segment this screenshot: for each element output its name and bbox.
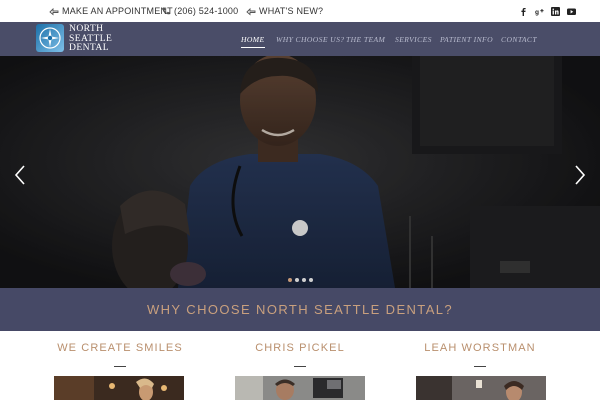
logo-wordmark: NORTH SEATTLE DENTAL [69, 24, 112, 53]
feature-title: WE CREATE SMILES [57, 342, 183, 354]
tooth-logo-icon [36, 24, 64, 53]
hero-photo [0, 56, 600, 288]
chevron-right-icon[interactable] [573, 164, 587, 186]
whats-new-label: WHAT'S NEW? [259, 6, 324, 16]
feature-image[interactable] [235, 376, 365, 400]
nav-home[interactable]: HOME [241, 22, 265, 56]
nav-why-choose-us[interactable]: WHY CHOOSE US? [276, 22, 344, 56]
slide-dot[interactable] [288, 278, 292, 282]
feature-column: CHRIS PICKEL [210, 331, 390, 400]
divider [114, 366, 126, 367]
slide-dot[interactable] [302, 278, 306, 282]
google-plus-icon[interactable]: g [535, 7, 544, 16]
divider [474, 366, 486, 367]
linkedin-icon[interactable] [551, 6, 560, 16]
play-button-icon[interactable] [292, 220, 308, 236]
feature-title: LEAH WORSTMAN [424, 342, 536, 354]
nav-contact[interactable]: CONTACT [501, 22, 537, 56]
phone-icon [163, 7, 170, 15]
hand-pointer-icon [49, 7, 59, 16]
feature-title: CHRIS PICKEL [255, 342, 345, 354]
logo-line: DENTAL [69, 42, 109, 54]
hand-pointer-icon [246, 7, 256, 16]
feature-image[interactable] [416, 376, 546, 400]
whats-new-link[interactable]: WHAT'S NEW? [246, 0, 323, 22]
site-header: NORTH SEATTLE DENTAL HOME WHY CHOOSE US?… [0, 22, 600, 56]
facebook-icon[interactable] [519, 7, 528, 16]
make-appointment-label: MAKE AN APPOINTMENT [62, 6, 173, 16]
nav-patient-info[interactable]: PATIENT INFO [440, 22, 493, 56]
nav-the-team[interactable]: THE TEAM [346, 22, 385, 56]
why-choose-band: WHY CHOOSE NORTH SEATTLE DENTAL? [0, 288, 600, 331]
hero-slider [0, 56, 600, 288]
logo[interactable]: NORTH SEATTLE DENTAL [36, 24, 112, 53]
feature-image[interactable] [54, 376, 184, 400]
youtube-icon[interactable] [567, 7, 576, 16]
phone-link[interactable]: (206) 524-1000 [161, 0, 238, 22]
nav-services[interactable]: SERVICES [395, 22, 432, 56]
slider-pagination [288, 278, 313, 282]
chevron-left-icon[interactable] [13, 164, 27, 186]
band-title: WHY CHOOSE NORTH SEATTLE DENTAL? [146, 302, 454, 317]
svg-text:g: g [535, 8, 539, 15]
feature-column: WE CREATE SMILES [30, 331, 210, 400]
slide-dot[interactable] [309, 278, 313, 282]
make-appointment-link[interactable]: MAKE AN APPOINTMENT [49, 0, 173, 22]
feature-column: LEAH WORSTMAN [390, 331, 570, 400]
top-utility-bar: MAKE AN APPOINTMENT (206) 524-1000 WHAT'… [0, 0, 600, 22]
social-links: g [519, 4, 576, 18]
slide-dot[interactable] [295, 278, 299, 282]
phone-number: (206) 524-1000 [174, 6, 239, 16]
divider [294, 366, 306, 367]
